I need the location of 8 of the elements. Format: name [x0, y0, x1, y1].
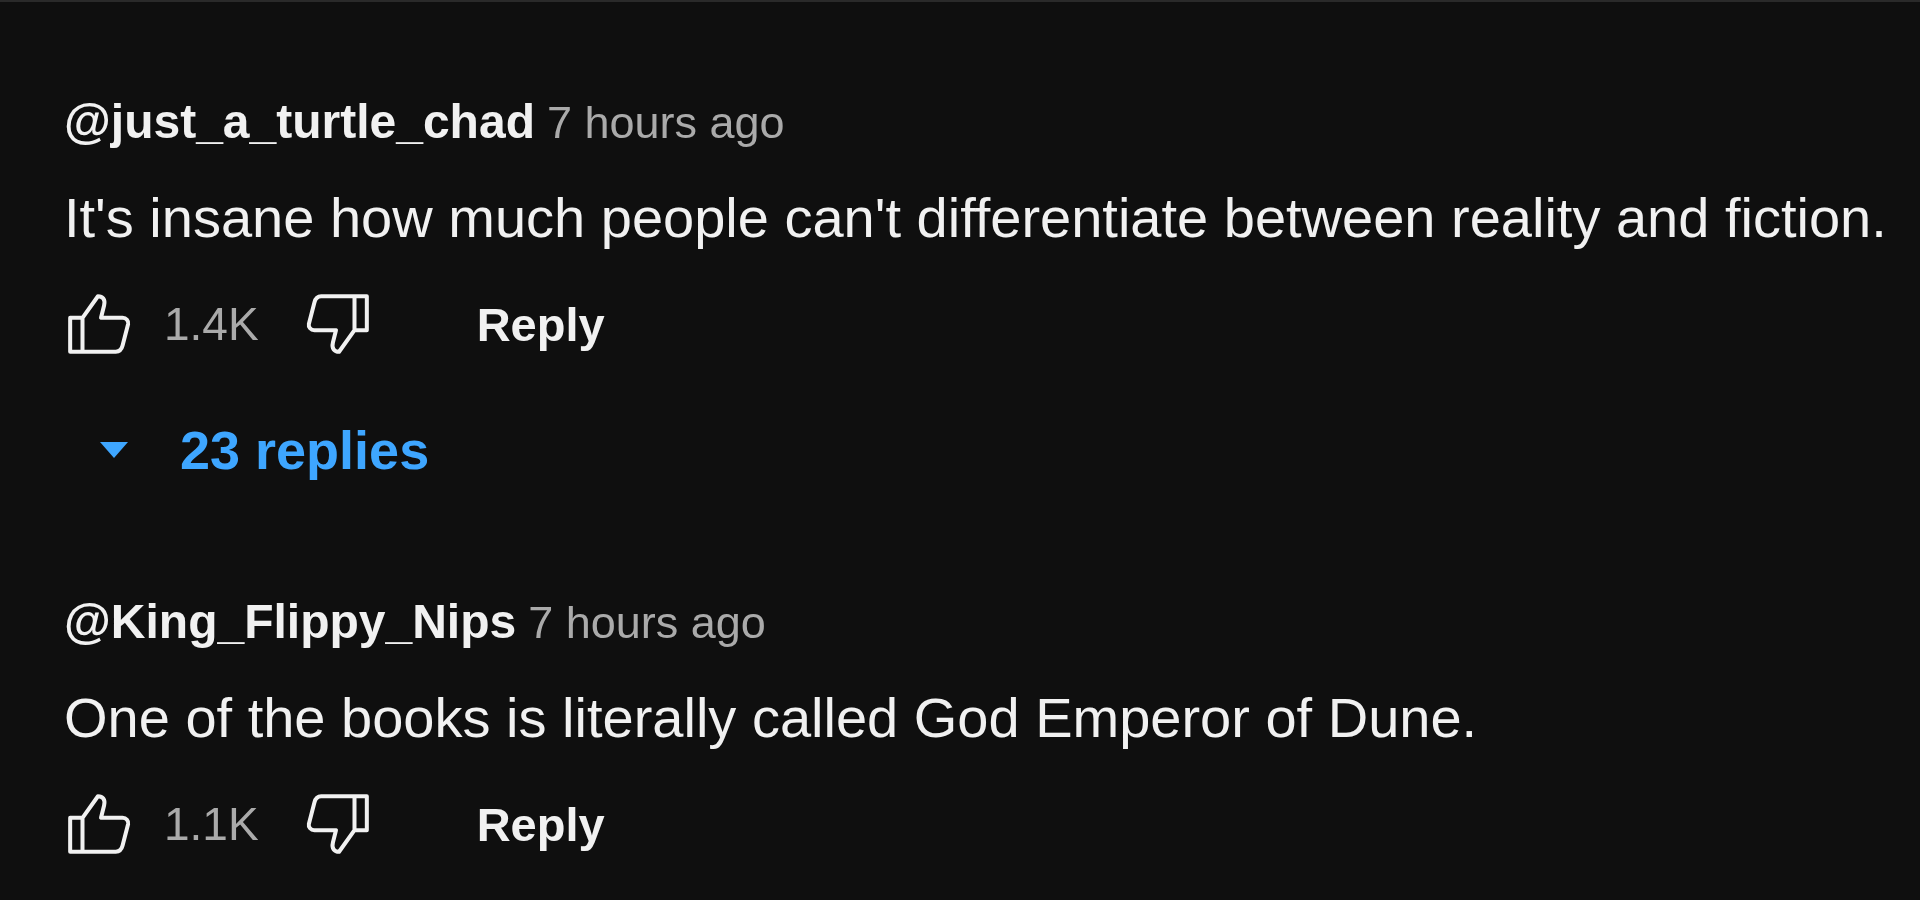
replies-toggle[interactable]: 23 replies	[100, 420, 430, 480]
comment-time[interactable]: 7 hours ago	[546, 99, 785, 145]
caret-icon	[100, 442, 128, 458]
like-count: 1.1K	[164, 801, 259, 847]
comment-author[interactable]: @just_a_turtle_chad	[64, 98, 535, 146]
comment-author[interactable]: @King_Flippy_Nips	[64, 598, 517, 646]
like-count: 1.4K	[164, 301, 259, 347]
comment-time[interactable]: 7 hours ago	[528, 599, 766, 645]
